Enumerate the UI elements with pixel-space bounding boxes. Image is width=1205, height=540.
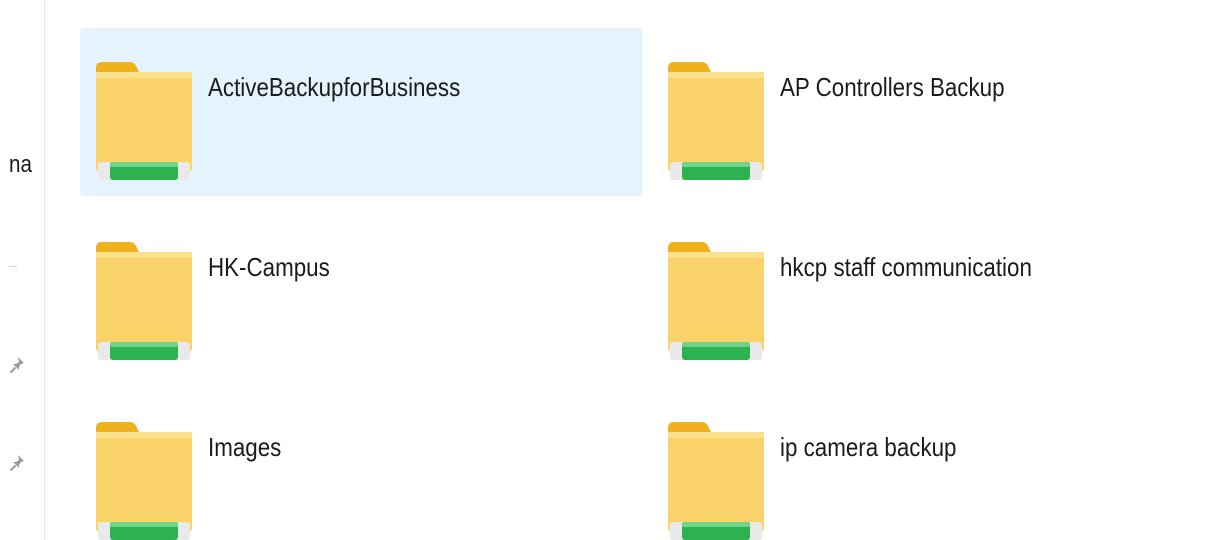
nav-divider xyxy=(9,266,17,267)
shared-folder-icon xyxy=(96,62,192,180)
folder-name: hkcp staff communication xyxy=(780,252,1032,282)
folder-tile[interactable]: AP Controllers Backup xyxy=(652,28,1205,196)
folder-name: ip camera backup xyxy=(780,432,957,462)
file-explorer: na ActiveBackupforBusiness AP Controller… xyxy=(0,0,1205,540)
shared-folder-icon xyxy=(668,422,764,540)
pin-icon[interactable] xyxy=(9,454,27,472)
shared-folder-icon xyxy=(668,242,764,360)
folder-name: Images xyxy=(208,432,282,462)
folder-tile[interactable]: hkcp staff communication xyxy=(652,208,1205,376)
folder-tile[interactable]: ip camera backup xyxy=(652,388,1205,540)
folder-name: AP Controllers Backup xyxy=(780,72,1005,102)
folder-tile[interactable]: Images xyxy=(80,388,643,540)
folder-tile[interactable]: HK-Campus xyxy=(80,208,643,376)
shared-folder-icon xyxy=(96,422,192,540)
pin-icon[interactable] xyxy=(9,356,27,374)
shared-folder-icon xyxy=(96,242,192,360)
shared-folder-icon xyxy=(668,62,764,180)
nav-item-label[interactable]: na xyxy=(9,151,32,179)
folder-name: HK-Campus xyxy=(208,252,330,282)
navigation-pane: na xyxy=(0,0,45,540)
folder-tile[interactable]: ActiveBackupforBusiness xyxy=(80,28,643,196)
folder-name: ActiveBackupforBusiness xyxy=(208,72,461,102)
